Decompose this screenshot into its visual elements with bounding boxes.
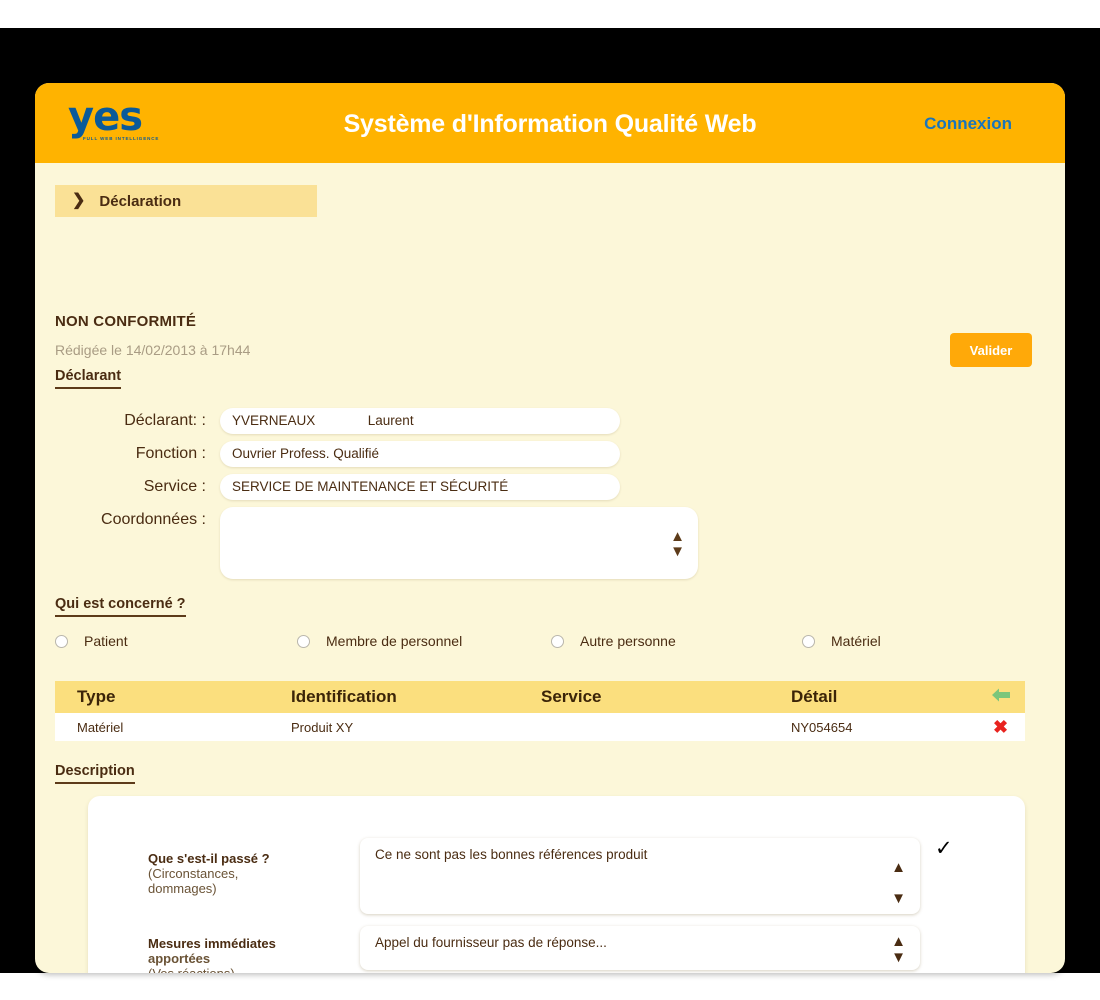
section-heading-description: Description <box>55 763 135 784</box>
chevron-right-icon: ❯ <box>72 192 86 209</box>
column-header-action <box>976 686 1025 709</box>
cell-detail: NY054654 <box>791 719 853 735</box>
label-mesures-line1: Mesures immédiates <box>148 936 276 951</box>
cell-type: Matériel <box>77 719 124 735</box>
section-heading-concerne: Qui est concerné ? <box>55 596 186 617</box>
form-row-declarant: Déclarant: : <box>55 408 620 434</box>
label-coordonnees: Coordonnées : <box>101 511 206 528</box>
radio-label-materiel: Matériel <box>831 633 881 649</box>
radio-option-materiel[interactable]: Matériel <box>802 633 881 649</box>
radio-circle-icon <box>55 634 68 648</box>
table-row: Matériel Produit XY NY054654 ✖ <box>55 713 1025 741</box>
tab-declaration-label: Déclaration <box>99 192 182 210</box>
record-written-on: Rédigée le 14/02/2013 à 17h44 <box>55 342 251 358</box>
radio-option-membre-personnel[interactable]: Membre de personnel <box>297 633 551 649</box>
label-que-sest-il-passe-main: Que s'est-il passé ? <box>148 851 270 866</box>
column-header-type: Type <box>77 687 116 706</box>
textarea-mesures-immediates[interactable] <box>373 933 882 963</box>
radio-group-concerne: Patient Membre de personnel Autre person… <box>55 633 1005 649</box>
green-left-arrow-icon[interactable] <box>991 686 1011 707</box>
label-que-sest-il-passe: Que s'est-il passé ? (Circonstances, dom… <box>148 851 338 896</box>
chevron-up-icon[interactable]: ▲ <box>891 860 906 875</box>
input-declarant[interactable] <box>220 408 620 434</box>
page-title: Système d'Information Qualité Web <box>343 110 757 138</box>
cell-action: ✖ <box>976 718 1025 736</box>
table-header-row: Type Identification Service Détail <box>55 681 1025 713</box>
label-mesures-line2: apportées <box>148 951 211 966</box>
connexion-link[interactable]: Connexion <box>924 114 1012 134</box>
record-type-title: NON CONFORMITÉ <box>55 313 197 330</box>
textarea-coordonnees[interactable] <box>232 513 658 573</box>
label-fonction: Fonction : <box>135 445 206 462</box>
screen-frame: yes FULL WEB INTELLIGENCE Système d'Info… <box>0 28 1100 973</box>
application-page: yes FULL WEB INTELLIGENCE Système d'Info… <box>35 83 1065 973</box>
label-mesures-sub: (Vos réactions) <box>148 966 338 973</box>
radio-label-autre-personne: Autre personne <box>580 633 676 649</box>
column-header-identification: Identification <box>291 687 397 706</box>
cell-identification: Produit XY <box>291 719 354 735</box>
what-happened-box: ▲ ▼ <box>360 838 920 914</box>
tab-declaration[interactable]: ❯ Déclaration <box>55 185 317 217</box>
label-que-sest-il-passe-sub2: dommages) <box>148 881 217 896</box>
chevron-down-icon[interactable]: ▼ <box>891 891 906 906</box>
chevron-up-icon[interactable]: ▲ <box>670 529 685 544</box>
label-declarant: Déclarant: : <box>124 412 206 429</box>
textarea-que-sest-il-passe[interactable] <box>373 845 882 907</box>
radio-circle-icon <box>802 634 815 648</box>
radio-option-autre-personne[interactable]: Autre personne <box>551 633 802 649</box>
radio-label-patient: Patient <box>84 633 128 649</box>
form-row-fonction: Fonction : <box>55 441 620 467</box>
column-header-detail: Détail <box>791 687 838 706</box>
radio-option-patient[interactable]: Patient <box>55 633 297 649</box>
app-header: yes FULL WEB INTELLIGENCE Système d'Info… <box>35 83 1065 163</box>
coordonnees-box: ▲ ▼ <box>220 507 698 579</box>
chevron-down-icon[interactable]: ▼ <box>670 544 685 559</box>
description-card: Que s'est-il passé ? (Circonstances, dom… <box>88 796 1025 973</box>
column-header-service: Service <box>541 687 602 706</box>
label-que-sest-il-passe-sub1: (Circonstances, <box>148 866 239 881</box>
label-mesures-immediates: Mesures immédiates apportées (Vos réacti… <box>148 936 338 973</box>
form-row-coordonnees: Coordonnées : ▲ ▼ <box>55 507 698 579</box>
section-heading-declarant: Déclarant <box>55 368 122 389</box>
form-row-service: Service : <box>55 474 620 500</box>
delete-x-icon[interactable]: ✖ <box>993 717 1008 737</box>
label-service: Service : <box>143 478 206 495</box>
immediate-measures-box: ▲ ▼ <box>360 926 920 970</box>
input-fonction[interactable] <box>220 441 620 467</box>
concerned-items-table: Type Identification Service Détail Matér… <box>55 681 1025 741</box>
input-service[interactable] <box>220 474 620 500</box>
chevron-up-icon[interactable]: ▲ <box>891 934 906 949</box>
radio-label-membre-personnel: Membre de personnel <box>326 633 463 649</box>
valider-button[interactable]: Valider <box>950 333 1032 367</box>
radio-circle-icon <box>551 634 564 648</box>
radio-circle-icon <box>297 634 310 648</box>
chevron-down-icon[interactable]: ▼ <box>891 950 906 965</box>
check-mark-icon-what-happened[interactable]: ✓ <box>935 838 953 859</box>
